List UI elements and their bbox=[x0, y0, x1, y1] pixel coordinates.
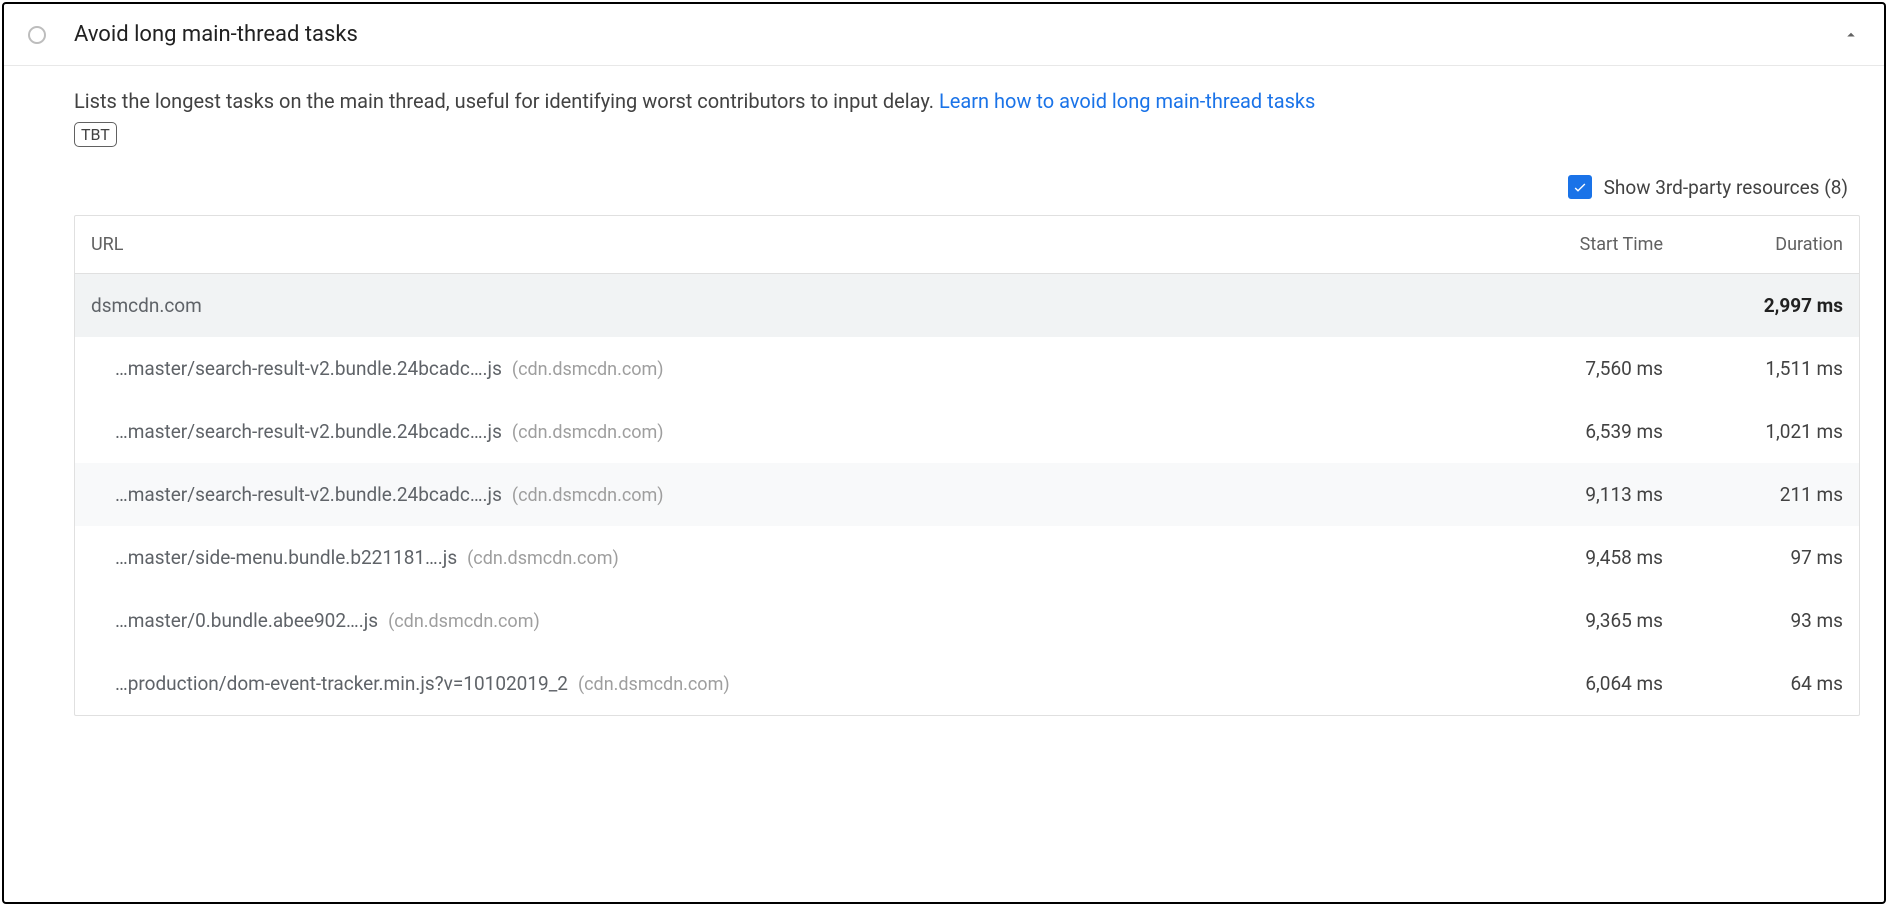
url-cell: …master/search-result-v2.bundle.24bcadc…… bbox=[115, 483, 1483, 506]
url-path: …master/search-result-v2.bundle.24bcadc…… bbox=[115, 483, 502, 506]
url-path: …master/search-result-v2.bundle.24bcadc…… bbox=[115, 357, 502, 380]
start-time-cell: 9,458 ms bbox=[1483, 546, 1663, 569]
url-path: …master/side-menu.bundle.b221181….js bbox=[115, 546, 457, 569]
duration-cell: 93 ms bbox=[1663, 609, 1843, 632]
table-row[interactable]: …production/dom-event-tracker.min.js?v=1… bbox=[75, 652, 1859, 715]
col-start: Start Time bbox=[1483, 234, 1663, 255]
table-group-row[interactable]: dsmcdn.com 2,997 ms bbox=[75, 274, 1859, 337]
start-time-cell: 7,560 ms bbox=[1483, 357, 1663, 380]
third-party-toggle-label: Show 3rd-party resources (8) bbox=[1604, 176, 1848, 199]
table-row[interactable]: …master/search-result-v2.bundle.24bcadc…… bbox=[75, 400, 1859, 463]
duration-cell: 1,511 ms bbox=[1663, 357, 1843, 380]
start-time-cell: 9,113 ms bbox=[1483, 483, 1663, 506]
url-path: …master/0.bundle.abee902….js bbox=[115, 609, 378, 632]
col-duration: Duration bbox=[1663, 234, 1843, 255]
tasks-table: URL Start Time Duration dsmcdn.com 2,997… bbox=[74, 215, 1860, 716]
audit-description-text: Lists the longest tasks on the main thre… bbox=[74, 89, 939, 113]
duration-cell: 97 ms bbox=[1663, 546, 1843, 569]
checkbox-checked-icon bbox=[1568, 175, 1592, 199]
table-row[interactable]: …master/side-menu.bundle.b221181….js (cdn… bbox=[75, 526, 1859, 589]
url-host: (cdn.dsmcdn.com) bbox=[512, 485, 664, 506]
group-name: dsmcdn.com bbox=[91, 294, 1483, 317]
audit-header[interactable]: Avoid long main-thread tasks bbox=[4, 4, 1884, 66]
table-header: URL Start Time Duration bbox=[75, 216, 1859, 274]
url-host: (cdn.dsmcdn.com) bbox=[512, 359, 664, 380]
url-host: (cdn.dsmcdn.com) bbox=[467, 548, 619, 569]
audit-description: Lists the longest tasks on the main thre… bbox=[74, 86, 1860, 116]
url-cell: …master/search-result-v2.bundle.24bcadc…… bbox=[115, 420, 1483, 443]
table-row[interactable]: …master/search-result-v2.bundle.24bcadc…… bbox=[75, 337, 1859, 400]
audit-panel: Avoid long main-thread tasks Lists the l… bbox=[2, 2, 1886, 904]
metric-badge: TBT bbox=[74, 122, 117, 147]
third-party-toggle[interactable]: Show 3rd-party resources (8) bbox=[1568, 175, 1848, 199]
third-party-toggle-row: Show 3rd-party resources (8) bbox=[74, 175, 1860, 199]
table-row[interactable]: …master/search-result-v2.bundle.24bcadc…… bbox=[75, 463, 1859, 526]
duration-cell: 64 ms bbox=[1663, 672, 1843, 695]
start-time-cell: 6,539 ms bbox=[1483, 420, 1663, 443]
url-cell: …master/0.bundle.abee902….js (cdn.dsmcdn.… bbox=[115, 609, 1483, 632]
url-cell: …master/search-result-v2.bundle.24bcadc…… bbox=[115, 357, 1483, 380]
table-row[interactable]: …master/0.bundle.abee902….js (cdn.dsmcdn.… bbox=[75, 589, 1859, 652]
url-path: …master/search-result-v2.bundle.24bcadc…… bbox=[115, 420, 502, 443]
url-host: (cdn.dsmcdn.com) bbox=[578, 674, 730, 695]
url-host: (cdn.dsmcdn.com) bbox=[388, 611, 540, 632]
audit-body: Lists the longest tasks on the main thre… bbox=[4, 66, 1884, 716]
start-time-cell: 9,365 ms bbox=[1483, 609, 1663, 632]
duration-cell: 211 ms bbox=[1663, 483, 1843, 506]
chevron-up-icon bbox=[1842, 26, 1860, 44]
url-cell: …master/side-menu.bundle.b221181….js (cdn… bbox=[115, 546, 1483, 569]
duration-cell: 1,021 ms bbox=[1663, 420, 1843, 443]
learn-more-link[interactable]: Learn how to avoid long main-thread task… bbox=[939, 89, 1315, 113]
group-total-duration: 2,997 ms bbox=[1663, 294, 1843, 317]
audit-title: Avoid long main-thread tasks bbox=[74, 22, 1842, 47]
start-time-cell: 6,064 ms bbox=[1483, 672, 1663, 695]
url-cell: …production/dom-event-tracker.min.js?v=1… bbox=[115, 672, 1483, 695]
url-path: …production/dom-event-tracker.min.js?v=1… bbox=[115, 672, 568, 695]
url-host: (cdn.dsmcdn.com) bbox=[512, 422, 664, 443]
col-url: URL bbox=[91, 234, 1483, 255]
status-circle-icon bbox=[28, 26, 46, 44]
